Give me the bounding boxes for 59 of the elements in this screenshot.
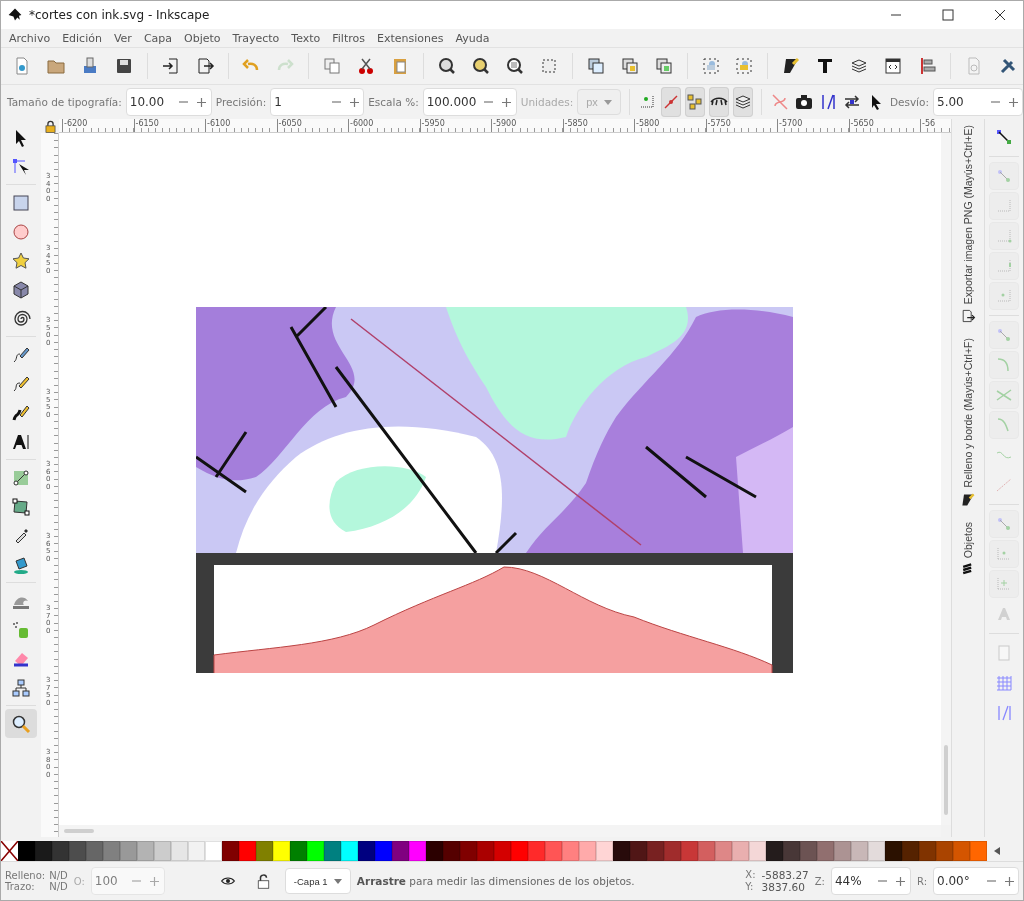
ruler-label: -5850 <box>562 119 634 132</box>
spin-field[interactable]: 100.000 <box>422 88 517 116</box>
menu-item[interactable]: Capa <box>137 31 179 45</box>
status-message: Arrastre para medir las dimensiones de los objetos. <box>356 875 636 887</box>
menu-item[interactable]: Filtros <box>326 31 371 45</box>
ruler-label: -5750 <box>705 119 777 132</box>
opacity-label: O: <box>73 875 85 887</box>
field-value: 10.00 <box>128 95 166 109</box>
field-label: Escala %: <box>368 96 419 108</box>
field-label: Tamaño de tipografía: <box>7 96 122 108</box>
spin-field[interactable]: 10.00 <box>125 88 212 116</box>
menu-item[interactable]: Objeto <box>178 31 227 45</box>
field-value: 5.00 <box>936 95 965 109</box>
layer-dropdown[interactable]: -Capa 1 <box>284 868 351 894</box>
menu-item[interactable]: Texto <box>285 31 327 45</box>
ruler-label: -5650 <box>848 119 920 132</box>
field-label: Desvío: <box>889 96 929 108</box>
ruler-label: -6200 <box>62 119 134 132</box>
dock-tab[interactable]: Exportar imagen PNG (Mayús+Ctrl+E) <box>960 125 976 325</box>
menu-item[interactable]: Edición <box>56 31 108 45</box>
dock-tab[interactable]: Relleno y borde (Mayús+Ctrl+F) <box>960 338 976 508</box>
ruler-label: -5700 <box>777 119 849 132</box>
spin-field[interactable]: 5.00 <box>933 88 1023 116</box>
ruler-label: -6050 <box>276 119 348 132</box>
fill-value: N/D <box>49 870 68 881</box>
ruler-label: -6100 <box>205 119 277 132</box>
spin-field[interactable]: 1 <box>270 88 365 116</box>
x-label: X: <box>745 869 756 881</box>
zoom-label: Z: <box>814 875 825 887</box>
field-value: 1 <box>273 95 283 109</box>
ruler-label: -5900 <box>491 119 563 132</box>
menu-item[interactable]: Archivo <box>3 31 57 45</box>
field-value: 100 <box>93 874 119 888</box>
fill-label: Relleno: <box>5 870 46 881</box>
rotation-label: R: <box>917 875 927 887</box>
field-value: 44% <box>834 874 863 888</box>
menu-item[interactable]: Extensiones <box>371 31 450 45</box>
menu-item[interactable]: Ver <box>107 31 138 45</box>
ruler-label: -5800 <box>634 119 706 132</box>
x-coordinate: -5883.27 <box>761 869 809 881</box>
y-coordinate: 3837.60 <box>761 881 806 893</box>
ruler-label: -6000 <box>348 119 420 132</box>
zoom-field[interactable]: 44% <box>831 867 911 895</box>
ruler-label: -5950 <box>419 119 491 132</box>
menu-item[interactable]: Trayecto <box>226 31 286 45</box>
stroke-label: Trazo: <box>5 881 36 892</box>
field-value: 0.00° <box>936 874 971 888</box>
ruler-label: -6150 <box>133 119 205 132</box>
menu-item[interactable]: Ayuda <box>449 31 496 45</box>
field-value: 100.000 <box>425 95 478 109</box>
rotation-field[interactable]: 0.00° <box>933 867 1019 895</box>
dock-tab[interactable]: Objetos <box>960 521 976 578</box>
field-label: Precisión: <box>215 96 267 108</box>
y-label: Y: <box>745 881 755 893</box>
ruler-label: -56 <box>920 119 936 132</box>
field-label: Unidades: <box>520 96 574 108</box>
window-title: *cortes con ink.svg - Inkscape <box>29 8 211 22</box>
stroke-value: N/D <box>49 881 68 892</box>
opacity-field[interactable]: 100 <box>90 867 165 895</box>
